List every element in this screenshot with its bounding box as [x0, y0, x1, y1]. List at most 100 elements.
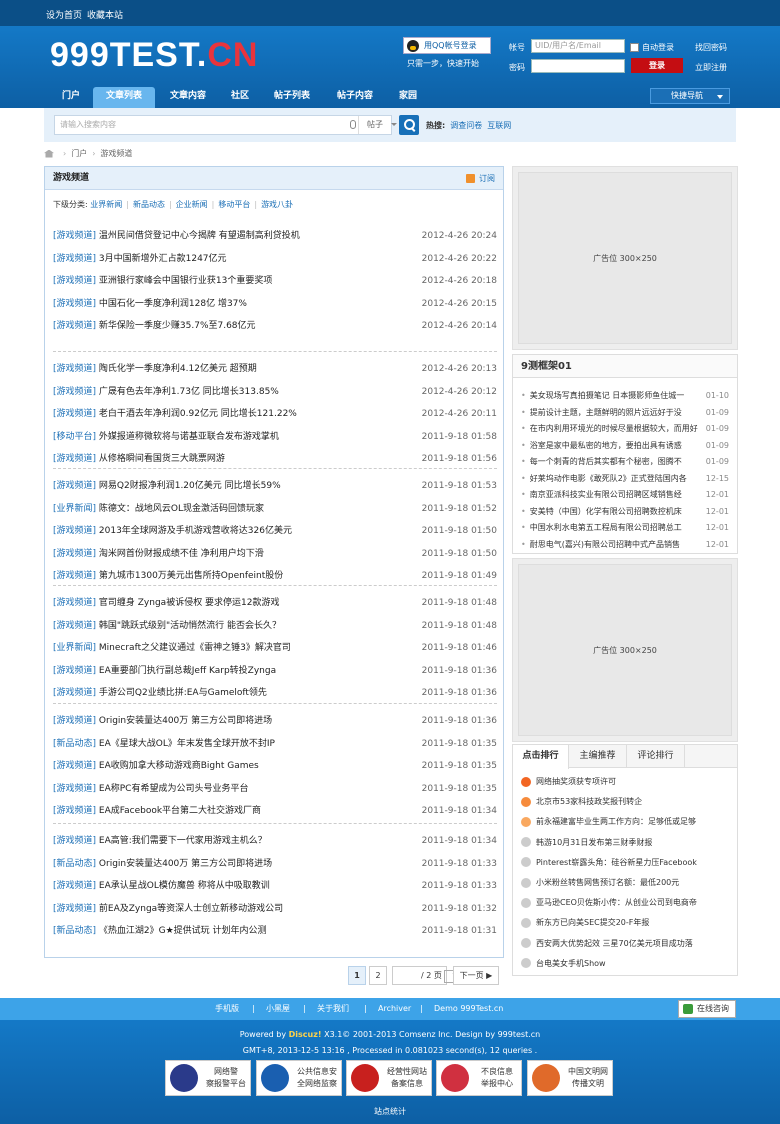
article-category[interactable]: [游戏频道] — [53, 666, 96, 676]
nav-thread-list[interactable]: 帖子列表 — [264, 87, 320, 108]
article-title[interactable]: 新华保险一季度少赚35.7%至7.68亿元 — [99, 321, 256, 331]
article-category[interactable]: [业界新闻] — [53, 643, 96, 653]
article-title[interactable]: 温州民间借贷登记中心今揭牌 有望遏制高利贷投机 — [99, 231, 300, 241]
rank-item-title[interactable]: 小米粉丝转售网售预订名额：最低200元 — [536, 878, 679, 887]
article-category[interactable]: [游戏频道] — [53, 254, 96, 264]
article-title[interactable]: 从修格瞬间看国货三大跳票网游 — [99, 454, 225, 464]
article-category[interactable]: [游戏频道] — [53, 299, 96, 309]
rank-item-title[interactable]: 网络抽奖须获专项许可 — [536, 777, 616, 786]
article-title[interactable]: EA称PC有希望成为公司头号业务平台 — [99, 784, 249, 794]
article-title[interactable]: 手游公司Q2业绩比拼:EA与Gameloft领先 — [99, 688, 267, 698]
sub-category-link[interactable]: 移动平台 — [218, 200, 250, 209]
rank-list-item[interactable]: 网络抽奖须获专项许可 — [521, 772, 729, 792]
article-title[interactable]: 韩国"跳跃式级别"活动悄然流行 能否会长久？ — [99, 621, 281, 631]
article-title[interactable]: 淘米网首份财报成绩不佳 净利用户均下滑 — [99, 549, 264, 559]
article-category[interactable]: [新品动态] — [53, 926, 96, 936]
article-category[interactable]: [游戏频道] — [53, 688, 96, 698]
article-title[interactable]: Minecraft之父建议通过《雷神之锤3》解决官司 — [99, 643, 291, 653]
article-title[interactable]: 第九城市1300万美元出售所持Openfeint股份 — [99, 571, 283, 581]
article-title[interactable]: 老白干酒去年净利润0.92亿元 同比增长121.22% — [99, 409, 297, 419]
article-category[interactable]: [新品动态] — [53, 859, 96, 869]
frame-list-item[interactable]: • 安美特（中国）化学有限公司招聘数控机床 12-01 — [521, 502, 729, 520]
rank-list-item[interactable]: 台电美女手机Show — [521, 954, 729, 974]
ad-slot[interactable]: 广告位 300×250 — [512, 166, 738, 350]
article-category[interactable]: [移动平台] — [53, 432, 96, 442]
sub-category-link[interactable]: 业界新闻 — [90, 200, 122, 209]
article-category[interactable]: [游戏频道] — [53, 231, 96, 241]
breadcrumb-channel[interactable]: 游戏频道 — [100, 149, 132, 158]
online-consult-button[interactable]: 在线咨询 — [678, 1000, 736, 1018]
sub-category-link[interactable]: 企业新闻 — [176, 200, 208, 209]
register-link[interactable]: 立即注册 — [695, 62, 727, 73]
security-badge[interactable]: 公共信息安 全网络监察 — [256, 1060, 342, 1096]
ad-slot[interactable]: 广告位 300×250 — [512, 558, 738, 742]
rank-list-item[interactable]: 新东方已向美SEC提交20-F年报 — [521, 913, 729, 933]
site-stats-link[interactable]: 站点统计 — [0, 1106, 780, 1117]
article-title[interactable]: EA承认星战OL模仿魔兽 称将从中吸取教训 — [99, 881, 270, 891]
nav-home[interactable]: 家园 — [390, 87, 426, 108]
frame-item-title[interactable]: 浴室是家中最私密的地方，要拍出具有诱惑 — [530, 441, 682, 450]
article-category[interactable]: [游戏频道] — [53, 598, 96, 608]
article-category[interactable]: [游戏频道] — [53, 276, 96, 286]
nav-thread-content[interactable]: 帖子内容 — [327, 87, 383, 108]
frame-list-item[interactable]: • 耐思电气(嘉兴)有限公司招聘中式产品销售 12-01 — [521, 535, 729, 553]
find-password-link[interactable]: 找回密码 — [695, 42, 727, 53]
article-title[interactable]: 亚洲银行家峰会中国银行业获13个重要奖项 — [99, 276, 272, 286]
rank-item-title[interactable]: Pinterest崭露头角：硅谷新星力压Facebook — [536, 858, 697, 867]
article-category[interactable]: [游戏频道] — [53, 904, 96, 914]
frame-list-item[interactable]: • 在市内利用环境光的时候尽量根据较大，而用好 01-09 — [521, 420, 729, 437]
article-category[interactable]: [游戏频道] — [53, 549, 96, 559]
search-button[interactable] — [399, 115, 419, 135]
page-2-button[interactable]: 2 — [369, 966, 387, 985]
frame-list-item[interactable]: • 好莱坞动作电影《敢死队2》正式登陆国内各 12-15 — [521, 469, 729, 487]
footer-link-demo[interactable]: Demo 999Test.cn — [434, 998, 503, 1020]
article-title[interactable]: 《热血江湖2》G★提供试玩 计划年内公测 — [99, 926, 267, 936]
rank-item-title[interactable]: 台电美女手机Show — [536, 959, 606, 968]
sub-category-link[interactable]: 游戏八卦 — [261, 200, 293, 209]
qq-login-button[interactable]: 用QQ帐号登录 — [403, 37, 491, 54]
article-title[interactable]: 外媒报道称微软将与诺基亚联合发布游戏掌机 — [99, 432, 279, 442]
page-1-button[interactable]: 1 — [348, 966, 366, 985]
article-title[interactable]: 前EA及Zynga等资深人士创立新移动游戏公司 — [99, 904, 283, 914]
report-badge[interactable]: 不良信息 举报中心 — [436, 1060, 522, 1096]
frame-list-item[interactable]: • 提前设计主题，主题鲜明的照片远远好于没 01-09 — [521, 403, 729, 421]
article-title[interactable]: EA成Facebook平台第二大社交游戏厂商 — [99, 806, 261, 816]
article-title[interactable]: Origin安装量达400万 第三方公司即将进场 — [99, 716, 272, 726]
article-category[interactable]: [游戏频道] — [53, 409, 96, 419]
article-title[interactable]: EA高管:我们需要下一代家用游戏主机么？ — [99, 836, 267, 846]
article-category[interactable]: [游戏频道] — [53, 784, 96, 794]
footer-link-about[interactable]: 关于我们 — [317, 998, 349, 1020]
rank-list-item[interactable]: 西安两大优势起效 三星70亿美元项目成功落 — [521, 934, 729, 954]
set-homepage-link[interactable]: 设为首页 — [46, 8, 82, 21]
rank-list-item[interactable]: 前永福建富毕业生两工作方向：足够低或足够 — [521, 812, 729, 832]
nav-article-content[interactable]: 文章内容 — [160, 87, 216, 108]
search-type-select[interactable]: 帖子 — [358, 116, 402, 134]
rank-list-item[interactable]: 亚马逊CEO贝佐斯小传：从创业公司到电商帝 — [521, 893, 729, 913]
site-logo[interactable]: 999TEST.CN — [50, 36, 258, 75]
footer-link-mobile[interactable]: 手机版 — [215, 998, 239, 1020]
frame-item-title[interactable]: 中国水利水电第五工程局有限公司招聘总工 — [530, 523, 682, 532]
tab-click-rank[interactable]: 点击排行 — [513, 745, 569, 769]
article-category[interactable]: [游戏频道] — [53, 836, 96, 846]
article-title[interactable]: 中国石化一季度净利润128亿 增37% — [99, 299, 247, 309]
hot-search-link[interactable]: 调查问卷 — [450, 121, 482, 130]
rank-item-title[interactable]: 西安两大优势起效 三星70亿美元项目成功落 — [536, 939, 693, 948]
hot-search-link[interactable]: 互联网 — [487, 121, 511, 130]
rank-item-title[interactable]: 韩游10月31日发布第三财季财报 — [536, 838, 652, 847]
frame-item-title[interactable]: 美女现场写真拍摄笔记 日本摄影师鱼住城一 — [530, 391, 685, 400]
search-input[interactable]: 请输入搜索内容 帖子 — [54, 115, 397, 135]
rank-list-item[interactable]: 韩游10月31日发布第三财季财报 — [521, 833, 729, 853]
article-title[interactable]: EA收购加拿大移动游戏商Bight Games — [99, 761, 259, 771]
subscribe-link[interactable]: 订阅 — [466, 173, 495, 184]
frame-item-title[interactable]: 每一个刺青的背后其实都有个秘密，图腾不 — [530, 457, 682, 466]
frame-item-title[interactable]: 耐思电气(嘉兴)有限公司招聘中式产品销售 — [530, 540, 680, 549]
tab-comment-rank[interactable]: 评论排行 — [627, 745, 685, 768]
article-title[interactable]: 网易Q2财报净利润1.20亿美元 同比增长59% — [99, 481, 281, 491]
article-category[interactable]: [游戏频道] — [53, 481, 96, 491]
business-badge[interactable]: 经营性网站 备案信息 — [346, 1060, 432, 1096]
frame-list-item[interactable]: • 南京亚派科技实业有限公司招聘区域销售经 12-01 — [521, 486, 729, 503]
article-category[interactable]: [游戏频道] — [53, 621, 96, 631]
auto-login-checkbox[interactable] — [630, 43, 639, 52]
article-category[interactable]: [游戏频道] — [53, 881, 96, 891]
article-title[interactable]: 2013年全球网游及手机游戏营收将达326亿美元 — [99, 526, 292, 536]
